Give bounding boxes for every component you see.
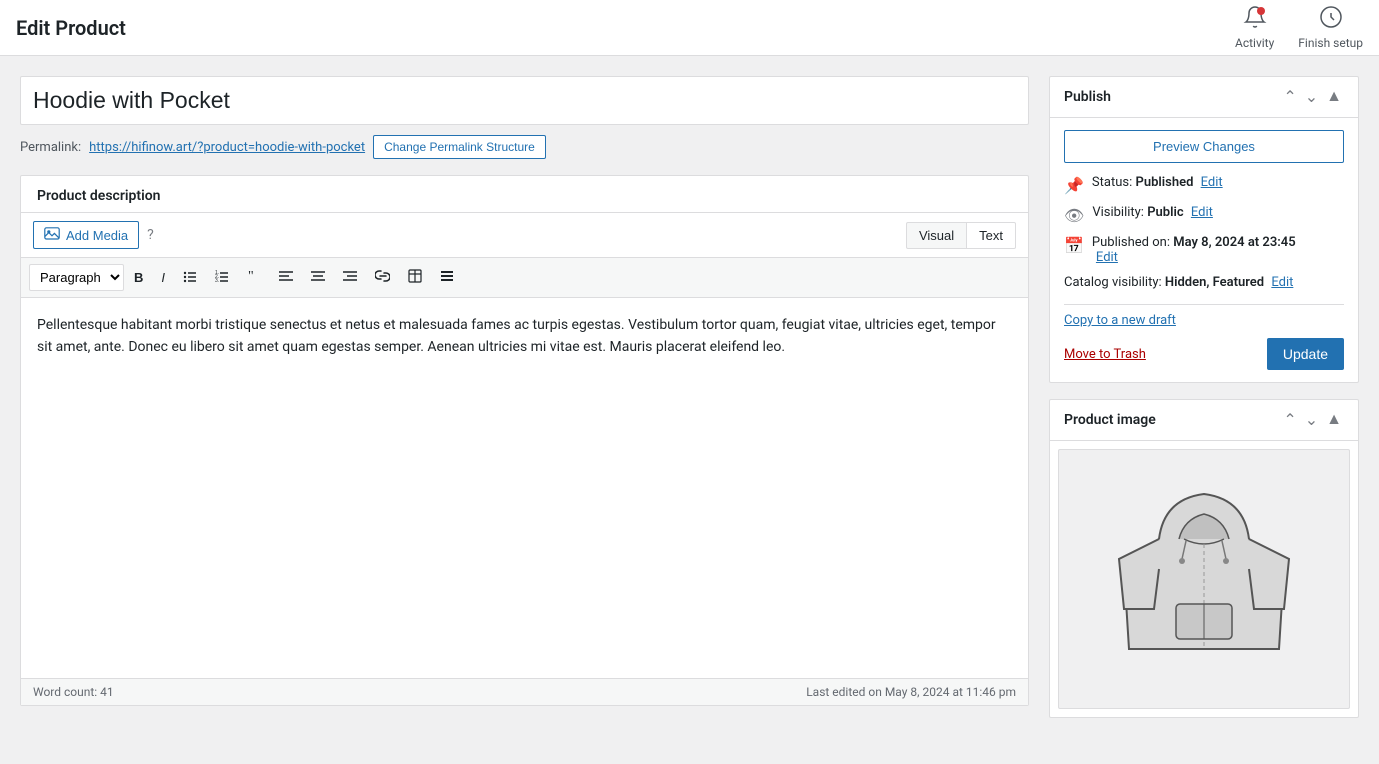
catalog-text: Catalog visibility: Hidden, Featured Edi…	[1064, 275, 1293, 290]
last-edited: Last edited on May 8, 2024 at 11:46 pm	[806, 685, 1016, 699]
word-count: Word count: 41	[33, 685, 114, 699]
editor-toolbar-top: Add Media ? Visual Text	[21, 213, 1028, 258]
activity-icon	[1243, 5, 1267, 34]
product-image-panel: Product image ⌃ ⌄ ▲	[1049, 399, 1359, 718]
permalink-url[interactable]: https://hifinow.art/?product=hoodie-with…	[89, 140, 365, 155]
activity-link[interactable]: Activity	[1235, 5, 1274, 50]
publish-panel-body: Preview Changes 📌 Status: Published Edit…	[1050, 118, 1358, 382]
visibility-icon: 👁	[1064, 206, 1084, 225]
finish-setup-icon	[1319, 5, 1343, 34]
permalink-bar: Permalink: https://hifinow.art/?product=…	[20, 135, 1029, 159]
product-image-collapse-btn[interactable]: ⌃	[1281, 410, 1298, 430]
editor-content[interactable]: Pellentesque habitant morbi tristique se…	[21, 298, 1028, 678]
editor-box: Product description Add Media ?	[20, 175, 1029, 706]
toolbar-toggle-btn[interactable]	[432, 264, 462, 291]
product-image-svg	[1104, 469, 1304, 689]
svg-text:": "	[248, 269, 254, 283]
visibility-text: Visibility: Public Edit	[1092, 205, 1213, 220]
sidebar: Publish ⌃ ⌄ ▲ Preview Changes 📌 Status: …	[1049, 76, 1359, 734]
published-on-row: 📅 Published on: May 8, 2024 at 23:45 Edi…	[1064, 235, 1344, 265]
action-row: Move to Trash Update	[1064, 334, 1344, 370]
align-right-btn[interactable]	[335, 265, 365, 290]
visibility-row: 👁 Visibility: Public Edit	[1064, 205, 1344, 225]
svg-text:3.: 3.	[215, 278, 219, 283]
product-image-wrap	[1050, 441, 1358, 717]
publish-panel: Publish ⌃ ⌄ ▲ Preview Changes 📌 Status: …	[1049, 76, 1359, 383]
product-image-placeholder[interactable]	[1058, 449, 1350, 709]
catalog-row: Catalog visibility: Hidden, Featured Edi…	[1064, 275, 1344, 290]
align-left-btn[interactable]	[271, 265, 301, 290]
copy-to-draft-link[interactable]: Copy to a new draft	[1064, 313, 1344, 328]
paragraph-select[interactable]: Paragraph	[29, 264, 124, 291]
publish-panel-close-btn[interactable]: ▲	[1324, 88, 1344, 106]
link-icon	[375, 270, 390, 282]
align-left-icon	[279, 270, 293, 282]
align-center-btn[interactable]	[303, 265, 333, 290]
link-btn[interactable]	[367, 265, 398, 290]
add-media-label: Add Media	[66, 228, 128, 243]
status-icon: 📌	[1064, 176, 1084, 195]
add-media-btn[interactable]: Add Media	[33, 221, 139, 249]
publish-panel-controls: ⌃ ⌄ ▲	[1281, 87, 1344, 107]
move-to-trash-link[interactable]: Move to Trash	[1064, 347, 1146, 362]
finish-setup-link[interactable]: Finish setup	[1298, 5, 1363, 50]
table-icon	[408, 269, 422, 283]
editor-box-header: Product description	[21, 176, 1028, 213]
blockquote-icon: "	[247, 269, 261, 283]
top-bar: Edit Product Activity Finish setup	[0, 0, 1379, 56]
product-image-panel-title: Product image	[1064, 412, 1156, 428]
published-on-text: Published on: May 8, 2024 at 23:45 Edit	[1092, 235, 1296, 265]
publish-panel-header: Publish ⌃ ⌄ ▲	[1050, 77, 1358, 118]
publish-panel-expand-btn[interactable]: ⌄	[1303, 87, 1320, 107]
unordered-list-btn[interactable]	[175, 264, 205, 291]
ordered-list-icon: 1.2.3.	[215, 269, 229, 283]
content-area: Permalink: https://hifinow.art/?product=…	[20, 76, 1029, 734]
product-image-panel-header: Product image ⌃ ⌄ ▲	[1050, 400, 1358, 441]
align-center-icon	[311, 270, 325, 282]
editor-section-title: Product description	[37, 188, 160, 204]
tab-visual[interactable]: Visual	[906, 222, 967, 249]
bold-btn[interactable]: B	[126, 265, 151, 290]
status-text: Status: Published Edit	[1092, 175, 1223, 190]
unordered-list-icon	[183, 269, 197, 283]
ordered-list-btn[interactable]: 1.2.3.	[207, 264, 237, 291]
product-image-expand-btn[interactable]: ⌄	[1303, 410, 1320, 430]
top-bar-right: Activity Finish setup	[1235, 5, 1363, 50]
product-title-input[interactable]	[20, 76, 1029, 125]
preview-changes-btn[interactable]: Preview Changes	[1064, 130, 1344, 163]
help-icon[interactable]: ?	[147, 227, 154, 243]
finish-setup-label: Finish setup	[1298, 36, 1363, 50]
top-bar-left: Edit Product	[16, 16, 126, 40]
tab-text[interactable]: Text	[967, 222, 1016, 249]
status-edit-link[interactable]: Edit	[1201, 175, 1223, 190]
product-image-close-btn[interactable]: ▲	[1324, 411, 1344, 429]
status-row: 📌 Status: Published Edit	[1064, 175, 1344, 195]
italic-btn[interactable]: I	[153, 265, 173, 290]
published-edit-link[interactable]: Edit	[1096, 250, 1118, 265]
permalink-label: Permalink:	[20, 140, 81, 155]
align-right-icon	[343, 270, 357, 282]
blockquote-btn[interactable]: "	[239, 264, 269, 291]
table-btn[interactable]	[400, 264, 430, 291]
view-tabs: Visual Text	[906, 222, 1016, 249]
visibility-edit-link[interactable]: Edit	[1191, 205, 1213, 220]
calendar-icon: 📅	[1064, 236, 1084, 255]
catalog-edit-link[interactable]: Edit	[1271, 275, 1293, 290]
activity-label: Activity	[1235, 36, 1274, 50]
publish-panel-collapse-btn[interactable]: ⌃	[1281, 87, 1298, 107]
panel-divider	[1064, 304, 1344, 305]
page-title: Edit Product	[16, 16, 126, 40]
update-btn[interactable]: Update	[1267, 338, 1344, 370]
publish-panel-title: Publish	[1064, 89, 1111, 105]
toolbar-toggle-icon	[440, 269, 454, 283]
main-layout: Permalink: https://hifinow.art/?product=…	[0, 56, 1379, 734]
product-image-panel-controls: ⌃ ⌄ ▲	[1281, 410, 1344, 430]
format-toolbar: Paragraph B I 1.2.3. "	[21, 258, 1028, 298]
add-media-icon	[44, 227, 60, 243]
editor-footer: Word count: 41 Last edited on May 8, 202…	[21, 678, 1028, 705]
change-permalink-btn[interactable]: Change Permalink Structure	[373, 135, 546, 159]
